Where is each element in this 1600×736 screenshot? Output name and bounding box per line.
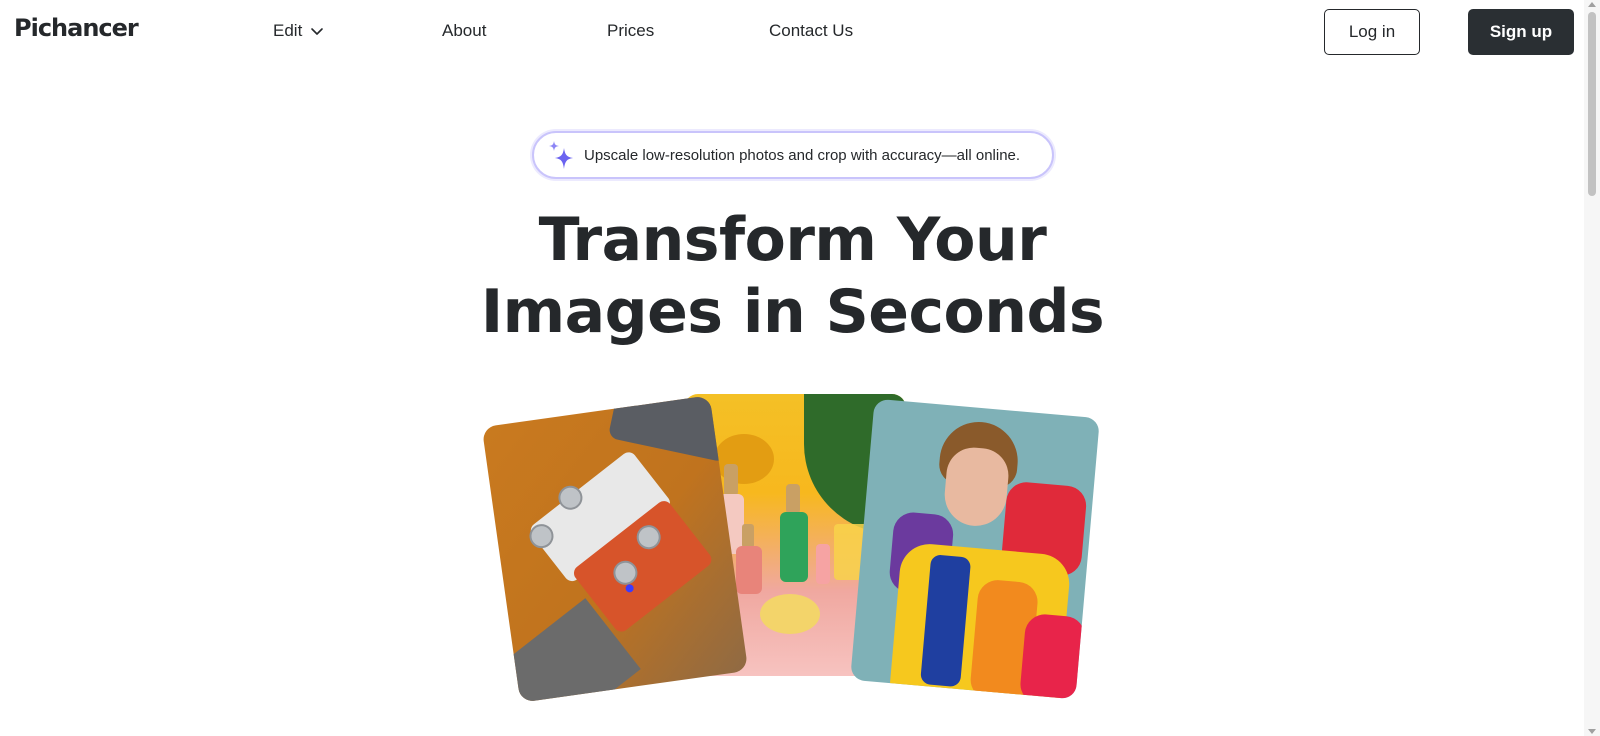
vertical-scrollbar[interactable] — [1584, 0, 1600, 736]
logo[interactable]: Pichancer — [14, 14, 139, 42]
scroll-up-arrow-icon[interactable] — [1588, 2, 1596, 7]
nav-about[interactable]: About — [442, 21, 486, 41]
headline-line-2: Images in Seconds — [480, 277, 1105, 347]
headline-line-1: Transform Your — [538, 205, 1047, 275]
login-button[interactable]: Log in — [1324, 9, 1420, 55]
signup-button[interactable]: Sign up — [1468, 9, 1574, 55]
sparkle-icon — [549, 141, 573, 169]
nav-prices[interactable]: Prices — [607, 21, 654, 41]
chevron-down-icon — [311, 28, 324, 35]
scroll-down-arrow-icon[interactable] — [1588, 729, 1596, 734]
site-header: Pichancer Edit About Prices Contact Us L… — [0, 0, 1584, 64]
feature-pill: Upscale low-resolution photos and crop w… — [532, 131, 1054, 179]
scrollbar-thumb[interactable] — [1588, 12, 1596, 196]
nav-edit[interactable]: Edit — [273, 21, 324, 41]
hero-headline: Transform Your Images in Seconds — [400, 204, 1185, 348]
pill-text: Upscale low-resolution photos and crop w… — [584, 146, 1021, 164]
image-card-pedals — [481, 395, 749, 703]
image-card-portrait — [850, 398, 1100, 700]
nav-edit-label: Edit — [273, 21, 303, 40]
nav-contact-us[interactable]: Contact Us — [769, 21, 853, 41]
